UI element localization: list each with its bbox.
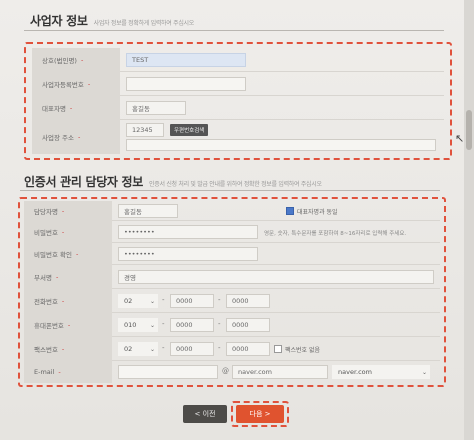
phone-last-input[interactable]: 0000 xyxy=(226,294,270,308)
address-input[interactable] xyxy=(126,139,436,151)
password-confirm-input[interactable]: •••••••• xyxy=(118,247,258,261)
no-fax-label: 팩스번호 없음 xyxy=(285,347,321,354)
row-manager-name: 담당자명 - 홍길동 대표자명과 동일 xyxy=(24,201,440,221)
mobile-last-input[interactable]: 0000 xyxy=(226,318,270,332)
label-email: E-mail - xyxy=(24,361,112,383)
manager-section-divider xyxy=(20,190,440,191)
no-fax-checkbox[interactable] xyxy=(274,345,282,353)
manager-section-title: 인증서 관리 담당자 정보 인증서 신청 처리 및 발급 안내를 위하여 정확한 … xyxy=(24,175,322,189)
mobile-mid-input[interactable]: 0000 xyxy=(170,318,214,332)
label-address: 사업장 주소 - xyxy=(32,120,120,154)
phone-separator: - xyxy=(162,296,165,304)
label-password: 비밀번호 - xyxy=(24,221,112,243)
mobile-separator: - xyxy=(218,320,221,328)
phone-area-select[interactable]: 02 ⌄ xyxy=(118,294,158,308)
label-representative: 대표자명 - xyxy=(32,96,120,120)
representative-input[interactable]: 홍길동 xyxy=(126,101,186,115)
row-phone: 전화번호 - 02 ⌄ - 0000 - 0000 xyxy=(24,289,440,313)
row-company-name: 상호(법인명) - TEST xyxy=(32,48,444,72)
email-local-input[interactable] xyxy=(118,365,218,379)
password-input[interactable]: •••••••• xyxy=(118,225,258,239)
email-at-sign: @ xyxy=(222,367,229,375)
application-form-page: 사업자 정보 사업자 정보를 정확하게 입력하여 주십시오 상호(법인명) - TE… xyxy=(0,0,474,440)
mobile-area-select[interactable]: 010 ⌄ xyxy=(118,318,158,332)
zip-input[interactable]: 12345 xyxy=(126,123,164,137)
page-scrollbar[interactable] xyxy=(464,0,474,440)
company-name-input[interactable]: TEST xyxy=(126,53,246,67)
department-input[interactable]: 경영 xyxy=(118,270,434,284)
row-password-confirm: 비밀번호 확인 - •••••••• xyxy=(24,243,440,265)
phone-separator: - xyxy=(218,296,221,304)
fax-separator: - xyxy=(162,344,165,352)
same-as-representative-label: 대표자명과 동일 xyxy=(297,209,338,216)
same-as-representative-checkbox[interactable] xyxy=(286,207,294,215)
row-password: 비밀번호 - •••••••• 영문, 숫자, 특수문자를 포함하여 8~16자리… xyxy=(24,221,440,243)
fax-area-select[interactable]: 02 ⌄ xyxy=(118,342,158,356)
fax-last-input[interactable]: 0000 xyxy=(226,342,270,356)
label-fax: 팩스번호 - xyxy=(24,337,112,361)
business-number-input[interactable] xyxy=(126,77,246,91)
mouse-cursor-icon: ↖ xyxy=(455,132,465,145)
business-section-note: 사업자 정보를 정확하게 입력하여 주십시오 xyxy=(93,20,195,27)
row-fax: 팩스번호 - 02 ⌄ - 0000 - 0000 팩스번호 없음 xyxy=(24,337,440,361)
email-domain-select[interactable]: naver.com ⌄ xyxy=(332,365,430,379)
row-business-number: 사업자등록번호 - xyxy=(32,72,444,96)
business-info-highlight: 상호(법인명) - TEST 사업자등록번호 - 대표자명 - 홍길동 사업장 주소 -… xyxy=(24,42,452,160)
label-company-name: 상호(법인명) - xyxy=(32,48,120,72)
row-address: 사업장 주소 - 12345 우편번호검색 xyxy=(32,120,444,154)
chevron-down-icon: ⌄ xyxy=(149,321,155,329)
chevron-down-icon: ⌄ xyxy=(149,297,155,305)
row-mobile: 휴대폰번호 - 010 ⌄ - 0000 - 0000 xyxy=(24,313,440,337)
chevron-down-icon: ⌄ xyxy=(421,368,427,376)
password-hint: 영문, 숫자, 특수문자를 포함하여 8~16자리로 입력해 주세요. xyxy=(264,231,407,237)
business-section-title: 사업자 정보 사업자 정보를 정확하게 입력하여 주십시오 xyxy=(30,14,195,28)
scrollbar-thumb[interactable] xyxy=(466,110,472,150)
business-section-divider xyxy=(24,30,444,31)
label-business-number: 사업자등록번호 - xyxy=(32,72,120,96)
fax-separator: - xyxy=(218,344,221,352)
row-email: E-mail - @ naver.com naver.com ⌄ xyxy=(24,361,440,383)
next-button[interactable]: 다음 > xyxy=(236,405,284,423)
label-manager-name: 담당자명 - xyxy=(24,201,112,221)
prev-button[interactable]: < 이전 xyxy=(183,405,227,423)
manager-section-note: 인증서 신청 처리 및 발급 안내를 위하여 정확한 정보를 입력하여 주십시오 xyxy=(149,181,322,188)
zip-search-button[interactable]: 우편번호검색 xyxy=(170,124,209,136)
mobile-separator: - xyxy=(162,320,165,328)
manager-name-input[interactable]: 홍길동 xyxy=(118,204,178,218)
label-password-confirm: 비밀번호 확인 - xyxy=(24,243,112,265)
label-department: 부서명 - xyxy=(24,265,112,289)
label-mobile: 휴대폰번호 - xyxy=(24,313,112,337)
row-department: 부서명 - 경영 xyxy=(24,265,440,289)
label-phone: 전화번호 - xyxy=(24,289,112,313)
phone-mid-input[interactable]: 0000 xyxy=(170,294,214,308)
row-representative: 대표자명 - 홍길동 xyxy=(32,96,444,120)
manager-info-highlight: 담당자명 - 홍길동 대표자명과 동일 비밀번호 - •••••••• 영문, 숫자… xyxy=(18,197,446,387)
fax-mid-input[interactable]: 0000 xyxy=(170,342,214,356)
email-domain-input[interactable]: naver.com xyxy=(232,365,328,379)
chevron-down-icon: ⌄ xyxy=(149,345,155,353)
